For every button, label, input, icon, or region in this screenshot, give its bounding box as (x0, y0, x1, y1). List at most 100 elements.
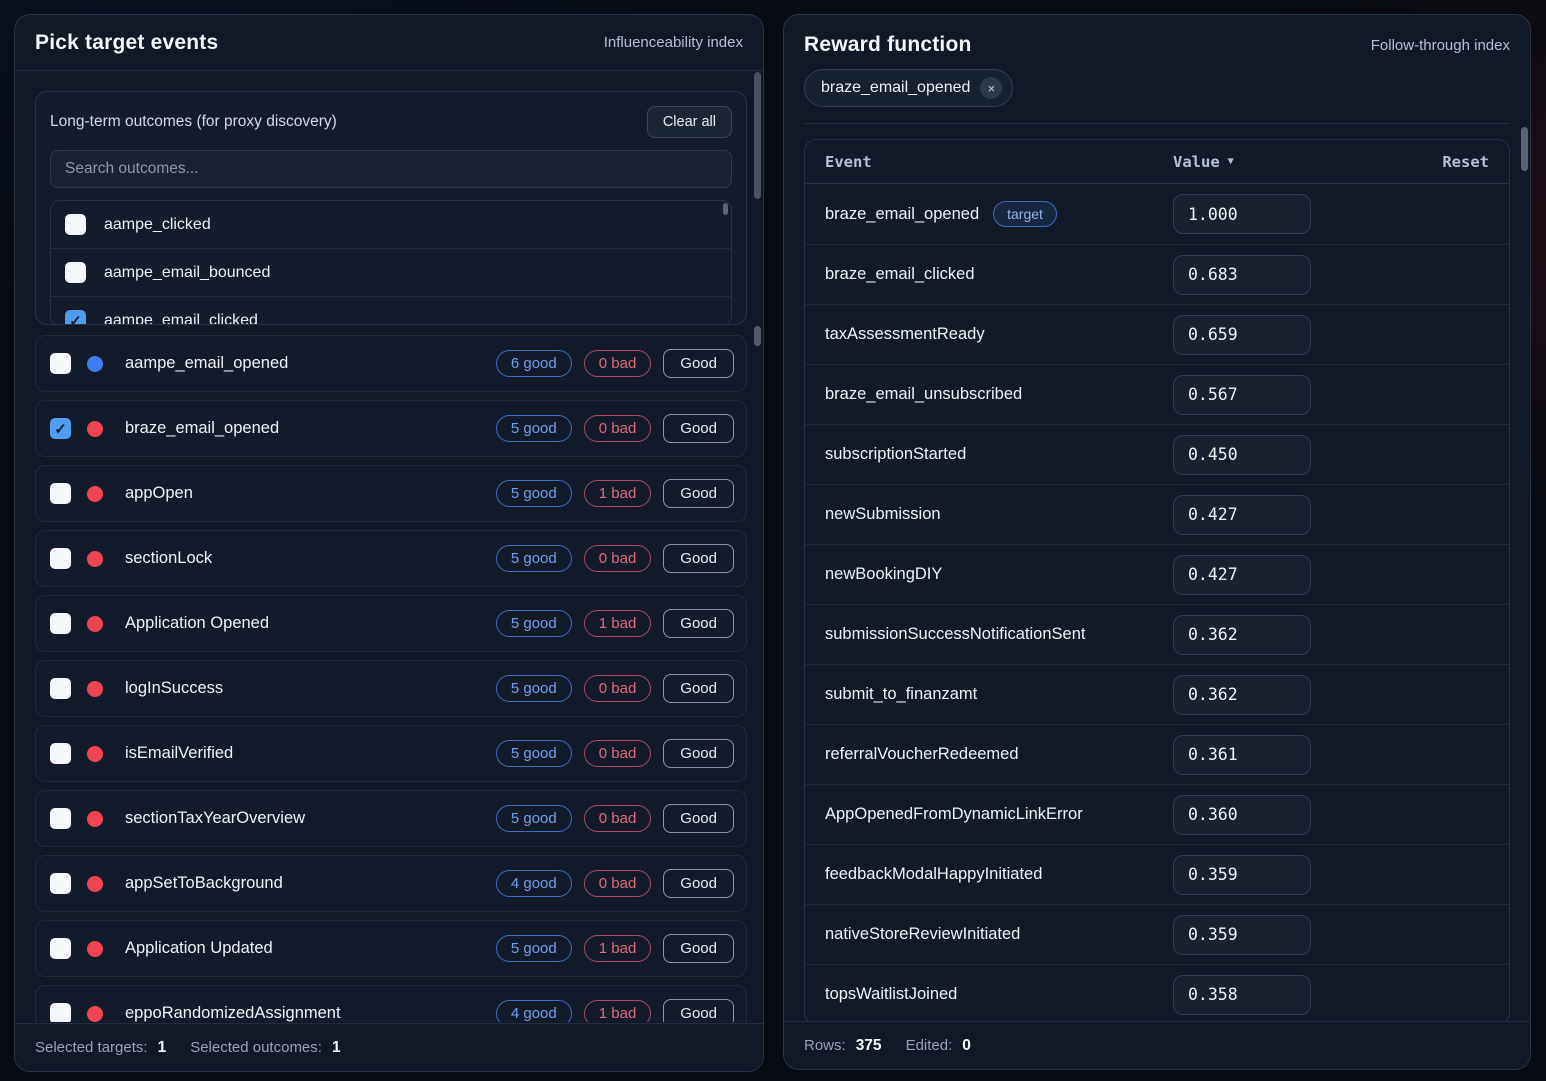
reward-event-name: AppOpenedFromDynamicLinkError (825, 805, 1083, 824)
good-count-badge: 4 good (496, 870, 572, 897)
good-toggle-button[interactable]: Good (663, 414, 734, 443)
outcomes-list-scrollbar[interactable] (723, 203, 728, 215)
target-badge: target (993, 201, 1057, 227)
reward-value-input[interactable]: 0.362 (1173, 615, 1311, 655)
right-panel-footer: Rows: 375 Edited: 0 (784, 1021, 1530, 1069)
reward-event-name: taxAssessmentReady (825, 325, 985, 344)
clear-all-button[interactable]: Clear all (647, 106, 732, 138)
reward-value-input[interactable]: 0.358 (1173, 975, 1311, 1015)
reward-value-input[interactable]: 0.359 (1173, 915, 1311, 955)
reward-table-row: braze_email_unsubscribed 0.567 (805, 364, 1509, 424)
reward-table-row: submit_to_finanzamt 0.362 (805, 664, 1509, 724)
outcome-row[interactable]: aampe_email_clicked (51, 297, 731, 325)
event-row[interactable]: sectionLock 5 good 0 bad Good (35, 530, 747, 587)
event-checkbox[interactable] (50, 353, 71, 374)
good-count-badge: 5 good (496, 545, 572, 572)
selected-target-chips: braze_email_opened × (804, 69, 1510, 124)
reward-table-row: braze_email_clicked 0.683 (805, 244, 1509, 304)
event-label: aampe_email_opened (125, 354, 288, 373)
good-toggle-button[interactable]: Good (663, 804, 734, 833)
reward-event-name: feedbackModalHappyInitiated (825, 865, 1042, 884)
event-checkbox[interactable] (50, 418, 71, 439)
good-toggle-button[interactable]: Good (663, 349, 734, 378)
event-column-header: Event (825, 153, 1173, 171)
event-row[interactable]: appOpen 5 good 1 bad Good (35, 465, 747, 522)
chip-close-icon[interactable]: × (980, 77, 1002, 99)
reward-table-row: nativeStoreReviewInitiated 0.359 (805, 904, 1509, 964)
good-toggle-button[interactable]: Good (663, 479, 734, 508)
value-column-header[interactable]: Value ▼ (1173, 153, 1423, 171)
reward-event-name: braze_email_opened (825, 205, 979, 224)
outcome-checkbox[interactable] (65, 310, 86, 325)
event-row[interactable]: appSetToBackground 4 good 0 bad Good (35, 855, 747, 912)
reward-value-input[interactable]: 0.427 (1173, 555, 1311, 595)
event-row[interactable]: logInSuccess 5 good 0 bad Good (35, 660, 747, 717)
good-toggle-button[interactable]: Good (663, 869, 734, 898)
event-label: braze_email_opened (125, 419, 279, 438)
reward-value-input[interactable]: 0.361 (1173, 735, 1311, 775)
reward-value-input[interactable]: 0.359 (1173, 855, 1311, 895)
bad-count-badge: 0 bad (584, 545, 652, 572)
event-checkbox[interactable] (50, 1003, 71, 1022)
event-checkbox[interactable] (50, 548, 71, 569)
left-panel-scrollbar[interactable] (754, 72, 761, 199)
outcome-row[interactable]: aampe_clicked (51, 201, 731, 249)
reward-value-input[interactable]: 0.659 (1173, 315, 1311, 355)
target-chip[interactable]: braze_email_opened × (804, 69, 1013, 107)
reward-value-input[interactable]: 0.567 (1173, 375, 1311, 415)
good-toggle-button[interactable]: Good (663, 609, 734, 638)
events-list-scrollbar[interactable] (754, 326, 761, 346)
rows-count-value: 375 (856, 1037, 882, 1055)
event-row[interactable]: aampe_email_opened 6 good 0 bad Good (35, 335, 747, 392)
bad-count-badge: 0 bad (584, 350, 652, 377)
event-checkbox[interactable] (50, 808, 71, 829)
outcome-checkbox[interactable] (65, 262, 86, 283)
event-label: sectionLock (125, 549, 212, 568)
good-toggle-button[interactable]: Good (663, 739, 734, 768)
event-row[interactable]: braze_email_opened 5 good 0 bad Good (35, 400, 747, 457)
reward-value-input[interactable]: 0.450 (1173, 435, 1311, 475)
reward-table-row: AppOpenedFromDynamicLinkError 0.360 (805, 784, 1509, 844)
reward-value-input[interactable]: 1.000 (1173, 194, 1311, 234)
sort-desc-icon: ▼ (1228, 156, 1234, 167)
reward-value-input[interactable]: 0.427 (1173, 495, 1311, 535)
event-checkbox[interactable] (50, 613, 71, 634)
rows-count-label: Rows: (804, 1037, 846, 1054)
reward-event-name: topsWaitlistJoined (825, 985, 957, 1004)
reward-table-header: Event Value ▼ Reset (805, 140, 1509, 184)
outcome-row[interactable]: aampe_email_bounced (51, 249, 731, 297)
reset-column-header[interactable]: Reset (1423, 153, 1489, 171)
event-row[interactable]: Application Opened 5 good 1 bad Good (35, 595, 747, 652)
follow-through-index-label: Follow-through index (1371, 37, 1510, 54)
reward-event-name: referralVoucherRedeemed (825, 745, 1019, 764)
good-toggle-button[interactable]: Good (663, 674, 734, 703)
reward-event-name: braze_email_unsubscribed (825, 385, 1022, 404)
event-checkbox[interactable] (50, 483, 71, 504)
event-label: Application Opened (125, 614, 269, 633)
reward-value-input[interactable]: 0.683 (1173, 255, 1311, 295)
good-toggle-button[interactable]: Good (663, 544, 734, 573)
event-label: isEmailVerified (125, 744, 233, 763)
reward-table-body: braze_email_opened target 1.000 braze_em… (805, 184, 1509, 1024)
reward-table: Event Value ▼ Reset braze_email_opened t… (804, 139, 1510, 1025)
event-row[interactable]: isEmailVerified 5 good 0 bad Good (35, 725, 747, 782)
good-toggle-button[interactable]: Good (663, 999, 734, 1022)
edited-count-label: Edited: (906, 1037, 953, 1054)
search-wrap (50, 150, 732, 188)
event-checkbox[interactable] (50, 873, 71, 894)
event-checkbox[interactable] (50, 938, 71, 959)
reward-table-scrollbar[interactable] (1521, 127, 1528, 171)
event-row[interactable]: sectionTaxYearOverview 5 good 0 bad Good (35, 790, 747, 847)
search-input[interactable] (50, 150, 732, 188)
event-checkbox[interactable] (50, 743, 71, 764)
event-row[interactable]: eppoRandomizedAssignment 4 good 1 bad Go… (35, 985, 747, 1022)
outcome-checkbox[interactable] (65, 214, 86, 235)
outcome-label: aampe_email_bounced (104, 264, 270, 282)
good-count-badge: 4 good (496, 1000, 572, 1022)
reward-event-name: braze_email_clicked (825, 265, 975, 284)
good-toggle-button[interactable]: Good (663, 934, 734, 963)
reward-value-input[interactable]: 0.360 (1173, 795, 1311, 835)
event-checkbox[interactable] (50, 678, 71, 699)
event-row[interactable]: Application Updated 5 good 1 bad Good (35, 920, 747, 977)
reward-value-input[interactable]: 0.362 (1173, 675, 1311, 715)
